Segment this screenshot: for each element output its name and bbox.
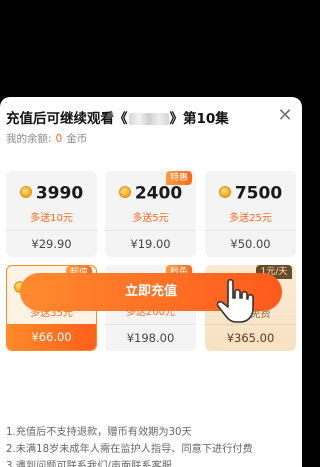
coin-icon (19, 185, 32, 198)
package-card-2[interactable]: 特惠 2400 多送5元 ¥19.00 (105, 171, 196, 257)
note-line: 2.未满18岁未成年人需在监护人指导、同意下进行付费 (6, 444, 253, 455)
close-icon[interactable]: ✕ (276, 107, 294, 125)
package-bonus: 多送5元 (132, 213, 169, 224)
package-price: ¥198.00 (105, 324, 196, 351)
package-price: ¥19.00 (105, 230, 196, 257)
package-price: ¥29.90 (6, 230, 97, 257)
coin-icon (118, 185, 131, 198)
coin-icon (218, 185, 231, 198)
title-suffix: 》第10集 (169, 111, 229, 127)
notes: 1.充值后不支持退款，赠币有效期为30天 2.未满18岁未成年人需在监护人指导、… (6, 424, 253, 467)
package-card-3[interactable]: 7500 多送25元 ¥50.00 (205, 171, 296, 257)
package-amount: 2400 (134, 183, 183, 204)
note-line: 1.充值后不支持退款，赠币有效期为30天 (6, 427, 192, 438)
package-card-1[interactable]: 3990 多送10元 ¥29.90 (6, 171, 97, 257)
balance-unit: 金币 (66, 133, 88, 145)
balance-row: 我的余额: 0 金币 (6, 131, 87, 146)
balance-value: 0 (55, 133, 63, 145)
balance-label: 我的余额: (6, 133, 52, 145)
package-amount: 7500 (234, 183, 283, 204)
blurred-drama-name (128, 112, 169, 125)
package-price: ¥66.00 (7, 324, 96, 350)
package-amount: 3990 (35, 183, 84, 204)
package-price: ¥365.00 (205, 324, 296, 351)
hand-pointer-icon (216, 278, 254, 323)
package-price: ¥50.00 (205, 230, 296, 257)
package-bonus: 多送25元 (229, 213, 272, 224)
dialog-title: 充值后可继续观看《 》第10集 (6, 107, 272, 127)
note-line: 3.遇到问题可联系我们/声面联系客服 (6, 461, 172, 467)
title-prefix: 充值后可继续观看《 (6, 111, 128, 127)
package-bonus: 多送10元 (30, 213, 73, 224)
